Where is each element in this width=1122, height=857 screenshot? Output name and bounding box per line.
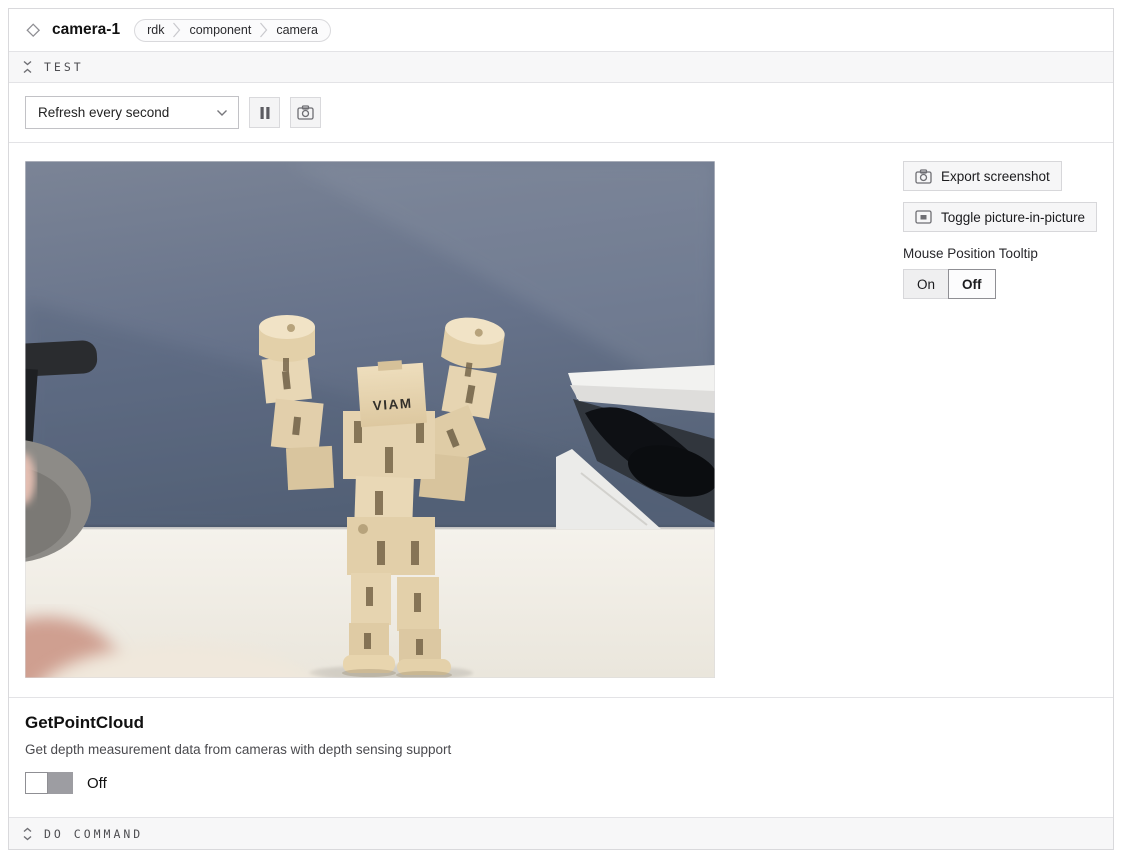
pause-icon (259, 106, 271, 120)
toggle-knob (25, 772, 48, 794)
camera-component-card: camera-1 rdk component camera TEST Refre… (8, 8, 1114, 850)
stream-controls: Refresh every second (9, 83, 1113, 143)
toggle-pip-button[interactable]: Toggle picture-in-picture (903, 202, 1097, 232)
component-diamond-icon (24, 21, 42, 39)
get-point-cloud-title: GetPointCloud (25, 713, 1097, 733)
snapshot-button[interactable] (290, 97, 321, 128)
export-screenshot-button[interactable]: Export screenshot (903, 161, 1062, 191)
breadcrumb: rdk component camera (134, 19, 331, 42)
get-point-cloud-toggle[interactable] (25, 772, 73, 794)
breadcrumb-item-component: component (189, 23, 251, 37)
tooltip-toggle-group: On Off (903, 269, 996, 299)
export-screenshot-label: Export screenshot (941, 169, 1050, 184)
refresh-rate-value: Refresh every second (38, 105, 169, 120)
picture-in-picture-icon (915, 210, 932, 224)
pause-stream-button[interactable] (249, 97, 280, 128)
stream-content: VIAM (9, 143, 1113, 697)
get-point-cloud-description: Get depth measurement data from cameras … (25, 742, 1097, 757)
stream-side-controls: Export screenshot Toggle picture-in-pict… (903, 161, 1097, 299)
tooltip-on-button[interactable]: On (903, 269, 949, 299)
camera-stream-image[interactable]: VIAM (25, 161, 715, 678)
do-command-section-label: DO COMMAND (44, 827, 143, 841)
component-header: camera-1 rdk component camera (9, 9, 1113, 51)
breadcrumb-separator-icon (172, 22, 181, 38)
do-command-section-header[interactable]: DO COMMAND (9, 817, 1113, 849)
get-point-cloud-toggle-label: Off (87, 775, 107, 792)
test-section-header[interactable]: TEST (9, 51, 1113, 83)
camera-icon (915, 169, 932, 184)
toggle-pip-label: Toggle picture-in-picture (941, 210, 1085, 225)
get-point-cloud-toggle-row: Off (25, 772, 1097, 794)
camera-icon (297, 105, 314, 120)
breadcrumb-item-rdk: rdk (147, 23, 164, 37)
chevron-down-icon (216, 109, 228, 117)
component-title: camera-1 (52, 21, 120, 39)
test-section-label: TEST (44, 60, 84, 74)
breadcrumb-separator-icon (259, 22, 268, 38)
collapse-icon (22, 60, 33, 74)
expand-icon (22, 827, 33, 841)
breadcrumb-item-camera: camera (276, 23, 318, 37)
viam-logo-text: VIAM (372, 396, 413, 414)
mouse-position-tooltip-label: Mouse Position Tooltip (903, 246, 1038, 261)
get-point-cloud-section: GetPointCloud Get depth measurement data… (9, 697, 1113, 817)
refresh-rate-select[interactable]: Refresh every second (25, 96, 239, 129)
tooltip-off-button[interactable]: Off (948, 269, 996, 299)
